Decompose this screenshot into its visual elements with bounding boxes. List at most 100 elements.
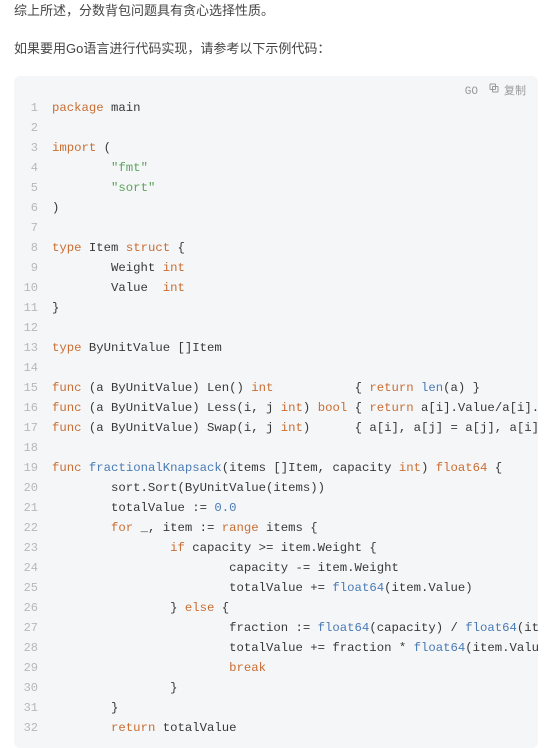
line-number: 22 bbox=[14, 518, 52, 538]
code-content: totalValue := 0.0 bbox=[52, 498, 538, 518]
code-line: 16func (a ByUnitValue) Less(i, j int) bo… bbox=[14, 398, 538, 418]
line-number: 6 bbox=[14, 198, 52, 218]
code-line: 23 if capacity >= item.Weight { bbox=[14, 538, 538, 558]
code-lines: 1package main2 3import (4 "fmt"5 "sort"6… bbox=[14, 86, 538, 738]
line-number: 8 bbox=[14, 238, 52, 258]
code-content: if capacity >= item.Weight { bbox=[52, 538, 538, 558]
code-content: totalValue += fraction * float64(item.Va… bbox=[52, 638, 538, 658]
code-content: func (a ByUnitValue) Len() int { return … bbox=[52, 378, 538, 398]
article-body: 综上所述，分数背包问题具有贪心选择性质。 如果要用Go语言进行代码实现，请参考以… bbox=[0, 0, 552, 748]
code-content: type ByUnitValue []Item bbox=[52, 338, 538, 358]
line-number: 5 bbox=[14, 178, 52, 198]
line-number: 11 bbox=[14, 298, 52, 318]
code-content: totalValue += float64(item.Value) bbox=[52, 578, 538, 598]
line-number: 10 bbox=[14, 278, 52, 298]
code-content: capacity -= item.Weight bbox=[52, 558, 538, 578]
line-number: 25 bbox=[14, 578, 52, 598]
line-number: 26 bbox=[14, 598, 52, 618]
code-line: 17func (a ByUnitValue) Swap(i, j int) { … bbox=[14, 418, 538, 438]
code-line: 2 bbox=[14, 118, 538, 138]
code-content: func (a ByUnitValue) Less(i, j int) bool… bbox=[52, 398, 538, 418]
code-line: 12 bbox=[14, 318, 538, 338]
language-label: GO bbox=[465, 82, 478, 102]
line-number: 12 bbox=[14, 318, 52, 338]
code-line: 9 Weight int bbox=[14, 258, 538, 278]
line-number: 7 bbox=[14, 218, 52, 238]
code-content: "sort" bbox=[52, 178, 538, 198]
copy-button[interactable]: 复制 bbox=[488, 82, 526, 102]
line-number: 13 bbox=[14, 338, 52, 358]
code-line: 31 } bbox=[14, 698, 538, 718]
paragraph-intro: 如果要用Go语言进行代码实现，请参考以下示例代码： bbox=[14, 38, 538, 60]
line-number: 29 bbox=[14, 658, 52, 678]
line-number: 1 bbox=[14, 98, 52, 118]
line-number: 2 bbox=[14, 118, 52, 138]
copy-icon bbox=[488, 82, 500, 102]
line-number: 14 bbox=[14, 358, 52, 378]
paragraph-summary: 综上所述，分数背包问题具有贪心选择性质。 bbox=[14, 0, 538, 22]
code-content: func (a ByUnitValue) Swap(i, j int) { a[… bbox=[52, 418, 538, 438]
line-number: 20 bbox=[14, 478, 52, 498]
code-content: } else { bbox=[52, 598, 538, 618]
line-number: 24 bbox=[14, 558, 52, 578]
line-number: 23 bbox=[14, 538, 52, 558]
code-line: 6) bbox=[14, 198, 538, 218]
code-content bbox=[52, 358, 538, 378]
code-content: } bbox=[52, 298, 538, 318]
line-number: 32 bbox=[14, 718, 52, 738]
code-content: Weight int bbox=[52, 258, 538, 278]
line-number: 3 bbox=[14, 138, 52, 158]
line-number: 30 bbox=[14, 678, 52, 698]
line-number: 21 bbox=[14, 498, 52, 518]
code-block: GO 复制 1package main2 3import (4 "fmt"5 "… bbox=[14, 76, 538, 748]
code-line: 11} bbox=[14, 298, 538, 318]
code-content: import ( bbox=[52, 138, 538, 158]
code-content: type Item struct { bbox=[52, 238, 538, 258]
code-content: fraction := float64(capacity) / float64(… bbox=[52, 618, 538, 638]
code-content: } bbox=[52, 698, 538, 718]
code-line: 5 "sort" bbox=[14, 178, 538, 198]
line-number: 4 bbox=[14, 158, 52, 178]
line-number: 28 bbox=[14, 638, 52, 658]
code-content bbox=[52, 438, 538, 458]
code-content: break bbox=[52, 658, 538, 678]
code-line: 4 "fmt" bbox=[14, 158, 538, 178]
code-content bbox=[52, 318, 538, 338]
code-content: return totalValue bbox=[52, 718, 538, 738]
code-line: 18 bbox=[14, 438, 538, 458]
code-content bbox=[52, 218, 538, 238]
code-line: 8type Item struct { bbox=[14, 238, 538, 258]
code-line: 28 totalValue += fraction * float64(item… bbox=[14, 638, 538, 658]
code-line: 25 totalValue += float64(item.Value) bbox=[14, 578, 538, 598]
code-line: 21 totalValue := 0.0 bbox=[14, 498, 538, 518]
code-line: 30 } bbox=[14, 678, 538, 698]
line-number: 27 bbox=[14, 618, 52, 638]
line-number: 17 bbox=[14, 418, 52, 438]
code-line: 32 return totalValue bbox=[14, 718, 538, 738]
code-line: 13type ByUnitValue []Item bbox=[14, 338, 538, 358]
code-content: } bbox=[52, 678, 538, 698]
code-line: 3import ( bbox=[14, 138, 538, 158]
code-content: Value int bbox=[52, 278, 538, 298]
code-content: func fractionalKnapsack(items []Item, ca… bbox=[52, 458, 538, 478]
line-number: 15 bbox=[14, 378, 52, 398]
code-line: 24 capacity -= item.Weight bbox=[14, 558, 538, 578]
code-content: "fmt" bbox=[52, 158, 538, 178]
line-number: 18 bbox=[14, 438, 52, 458]
line-number: 9 bbox=[14, 258, 52, 278]
code-line: 7 bbox=[14, 218, 538, 238]
copy-label: 复制 bbox=[504, 82, 526, 102]
code-line: 10 Value int bbox=[14, 278, 538, 298]
code-line: 29 break bbox=[14, 658, 538, 678]
code-line: 22 for _, item := range items { bbox=[14, 518, 538, 538]
code-content: ) bbox=[52, 198, 538, 218]
code-content: for _, item := range items { bbox=[52, 518, 538, 538]
line-number: 31 bbox=[14, 698, 52, 718]
code-content: sort.Sort(ByUnitValue(items)) bbox=[52, 478, 538, 498]
code-header: GO 复制 bbox=[465, 82, 526, 102]
line-number: 16 bbox=[14, 398, 52, 418]
code-line: 26 } else { bbox=[14, 598, 538, 618]
code-line: 27 fraction := float64(capacity) / float… bbox=[14, 618, 538, 638]
code-content bbox=[52, 118, 538, 138]
code-line: 20 sort.Sort(ByUnitValue(items)) bbox=[14, 478, 538, 498]
